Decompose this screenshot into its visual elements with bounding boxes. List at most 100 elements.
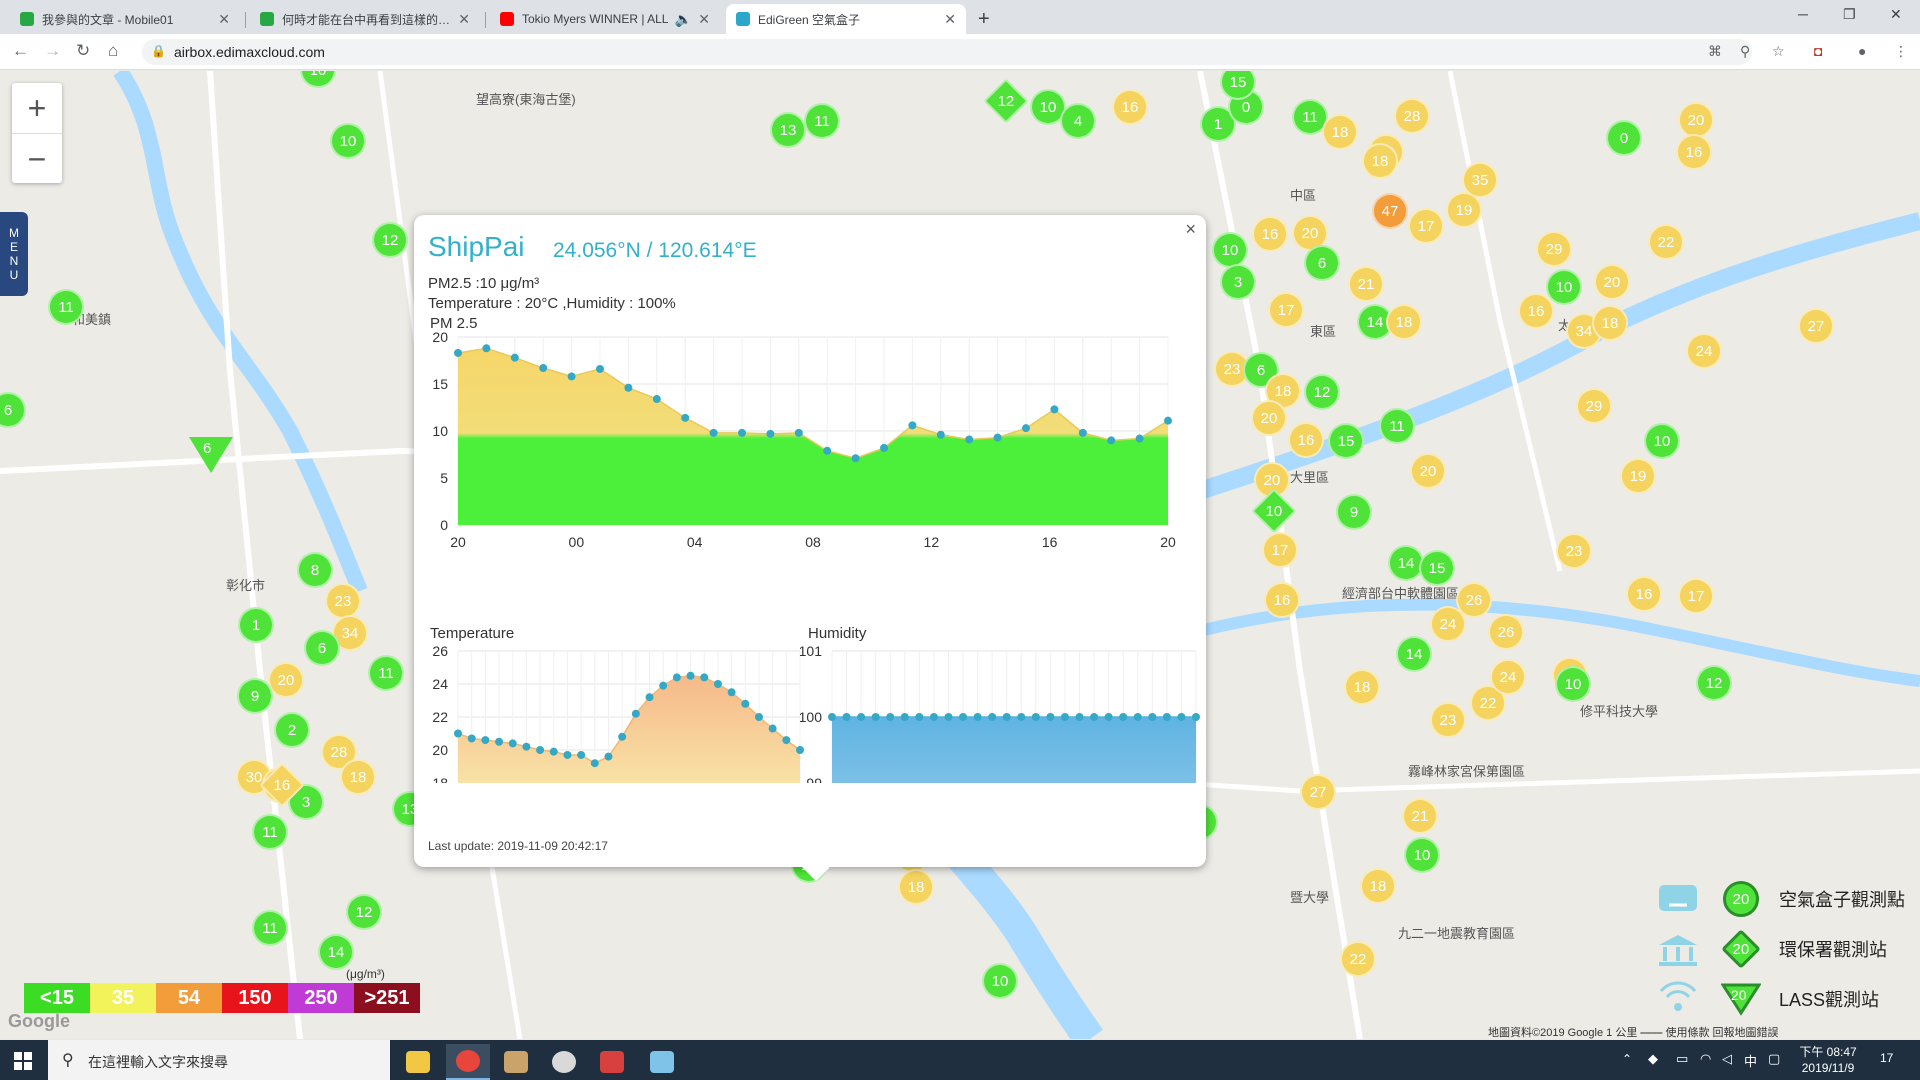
airbox-station-marker[interactable]: 0 — [1606, 120, 1642, 156]
airbox-station-marker[interactable]: 17 — [1262, 532, 1298, 568]
close-popup-button[interactable]: × — [1185, 219, 1196, 240]
airbox-station-marker[interactable]: 27 — [1300, 774, 1336, 810]
airbox-station-marker[interactable]: 10 — [1644, 423, 1680, 459]
airbox-station-marker[interactable]: 11 — [252, 814, 288, 850]
airbox-station-marker[interactable]: 14 — [318, 934, 354, 970]
airbox-station-marker[interactable]: 47 — [1372, 193, 1408, 229]
airbox-station-marker[interactable]: 16 — [1518, 293, 1554, 329]
airbox-station-marker[interactable]: 11 — [252, 910, 288, 946]
airbox-station-marker[interactable]: 18 — [1344, 669, 1380, 705]
profile-icon[interactable]: ● — [1858, 43, 1866, 59]
airbox-station-marker[interactable]: 26 — [1488, 614, 1524, 650]
airbox-station-marker[interactable]: 16 — [1676, 134, 1712, 170]
app-taskbar-icon[interactable] — [590, 1044, 634, 1080]
airbox-station-marker[interactable]: 13 — [770, 112, 806, 148]
airbox-station-marker[interactable]: 12 — [1696, 665, 1732, 701]
airbox-station-marker[interactable]: 16 — [1288, 422, 1324, 458]
bookmark-star-icon[interactable]: ☆ — [1772, 43, 1785, 60]
file-explorer-icon[interactable] — [396, 1044, 440, 1080]
airbox-station-marker[interactable]: 9 — [1336, 494, 1372, 530]
airbox-station-marker[interactable]: 10 — [1546, 269, 1582, 305]
airbox-station-marker[interactable]: 20 — [1678, 102, 1714, 138]
airbox-station-marker[interactable]: 18 — [1592, 305, 1628, 341]
home-button[interactable]: ⌂ — [108, 41, 118, 61]
airbox-station-marker[interactable]: 9 — [237, 678, 273, 714]
map-footer[interactable]: 地圖資料©2019 Google 1 公里 ⎯⎯⎯⎯ 使用條款 回報地圖錯誤 — [1488, 1024, 1779, 1039]
windows-start-button[interactable] — [14, 1052, 32, 1070]
airbox-station-marker[interactable]: 15 — [1328, 423, 1364, 459]
airbox-station-marker[interactable]: 10 — [1404, 837, 1440, 873]
airbox-station-marker[interactable]: 17 — [1268, 292, 1304, 328]
airbox-station-marker[interactable]: 18 — [1362, 143, 1398, 179]
app-taskbar-icon[interactable] — [640, 1044, 684, 1080]
close-tab-icon[interactable]: ✕ — [698, 11, 710, 28]
airbox-station-marker[interactable]: 10 — [330, 123, 366, 159]
back-button[interactable]: ← — [12, 41, 29, 61]
airbox-station-marker[interactable]: 24 — [1490, 659, 1526, 695]
pocket-extension-icon[interactable]: ◘ — [1814, 43, 1822, 59]
airbox-station-marker[interactable]: 21 — [1348, 266, 1384, 302]
airbox-station-marker[interactable]: 15 — [1419, 550, 1455, 586]
airbox-station-marker[interactable]: 18 — [898, 869, 934, 905]
menu-button[interactable]: M E N U — [0, 212, 28, 296]
airbox-station-marker[interactable]: 18 — [340, 759, 376, 795]
close-tab-icon[interactable]: ✕ — [218, 11, 230, 28]
airbox-station-marker[interactable]: 10 — [1212, 232, 1248, 268]
airbox-station-marker[interactable]: 18 — [1322, 114, 1358, 150]
tray-expand-icon[interactable]: ⌃ — [1622, 1052, 1632, 1066]
airbox-station-marker[interactable]: 21 — [1402, 798, 1438, 834]
airbox-station-marker[interactable]: 11 — [1379, 408, 1415, 444]
airbox-station-marker[interactable]: 12 — [372, 222, 408, 258]
airbox-station-marker[interactable]: 18 — [1360, 868, 1396, 904]
airbox-station-marker[interactable]: 20 — [1410, 453, 1446, 489]
airbox-station-marker[interactable]: 27 — [1798, 308, 1834, 344]
chrome-menu-icon[interactable]: ⋮ — [1894, 43, 1908, 60]
airbox-station-marker[interactable]: 29 — [1576, 388, 1612, 424]
chrome-taskbar-icon[interactable] — [446, 1044, 490, 1080]
app-taskbar-icon[interactable] — [494, 1044, 538, 1080]
airbox-station-marker[interactable]: 10 — [1555, 666, 1591, 702]
action-center-icon[interactable]: ▢ — [1768, 1051, 1780, 1067]
tab-youtube[interactable]: Tokio Myers WINNER | ALL 🔈 ✕ — [490, 4, 720, 34]
airbox-station-marker[interactable]: 2 — [274, 712, 310, 748]
lass-station-marker[interactable]: 6 — [189, 437, 233, 473]
zoom-icon[interactable]: ⚲ — [1740, 43, 1750, 60]
airbox-station-marker[interactable]: 18 — [1386, 304, 1422, 340]
airbox-station-marker[interactable]: 20 — [1251, 400, 1287, 436]
new-tab-button[interactable]: + — [978, 8, 990, 31]
airbox-station-marker[interactable]: 12 — [1304, 374, 1340, 410]
airbox-station-marker[interactable]: 17 — [1408, 208, 1444, 244]
airbox-station-marker[interactable]: 16 — [1264, 582, 1300, 618]
airbox-station-marker[interactable]: 23 — [325, 583, 361, 619]
airbox-station-marker[interactable]: 6 — [1304, 245, 1340, 281]
minimize-button[interactable]: ─ — [1798, 6, 1808, 22]
battery-icon[interactable]: ▭ — [1676, 1051, 1688, 1067]
close-tab-icon[interactable]: ✕ — [458, 11, 470, 28]
airbox-station-marker[interactable]: 23 — [1556, 533, 1592, 569]
antivirus-tray-icon[interactable]: ◆ — [1648, 1051, 1658, 1067]
close-tab-icon[interactable]: ✕ — [944, 11, 956, 28]
map-canvas[interactable]: 和美鎮 彰化市 中區 東區 大里區 太平區 霧峰林家宮保第園區 九二一地震教育園… — [0, 71, 1920, 1039]
translate-icon[interactable]: ⌘ — [1708, 43, 1722, 60]
airbox-station-marker[interactable]: 22 — [1648, 224, 1684, 260]
airbox-station-marker[interactable]: 11 — [804, 103, 840, 139]
notification-count[interactable]: 17 — [1880, 1051, 1893, 1065]
airbox-station-marker[interactable]: 11 — [48, 289, 84, 325]
airbox-station-marker[interactable]: 19 — [1620, 458, 1656, 494]
address-bar[interactable]: 🔒 airbox.edimaxcloud.com — [142, 39, 1752, 65]
airbox-station-marker[interactable]: 6 — [304, 630, 340, 666]
audio-playing-icon[interactable]: 🔈 — [675, 11, 692, 28]
airbox-station-marker[interactable]: 24 — [1430, 606, 1466, 642]
app-taskbar-icon[interactable] — [542, 1044, 586, 1080]
lock-icon[interactable]: 🔒 — [151, 44, 166, 58]
taskbar-search-box[interactable]: ⚲ 在這裡輸入文字來搜尋 — [48, 1040, 390, 1080]
system-clock[interactable]: 下午 08:47 2019/11/9 — [1793, 1044, 1863, 1076]
airbox-station-marker[interactable]: 29 — [1536, 231, 1572, 267]
airbox-station-marker[interactable]: 3 — [1220, 264, 1256, 300]
airbox-station-marker[interactable]: 11 — [368, 655, 404, 691]
airbox-station-marker[interactable]: 8 — [297, 552, 333, 588]
airbox-station-marker[interactable]: 20 — [1594, 264, 1630, 300]
url-text[interactable]: airbox.edimaxcloud.com — [174, 44, 325, 60]
zoom-in-button[interactable]: + — [12, 83, 62, 133]
airbox-station-marker[interactable]: 35 — [1462, 162, 1498, 198]
